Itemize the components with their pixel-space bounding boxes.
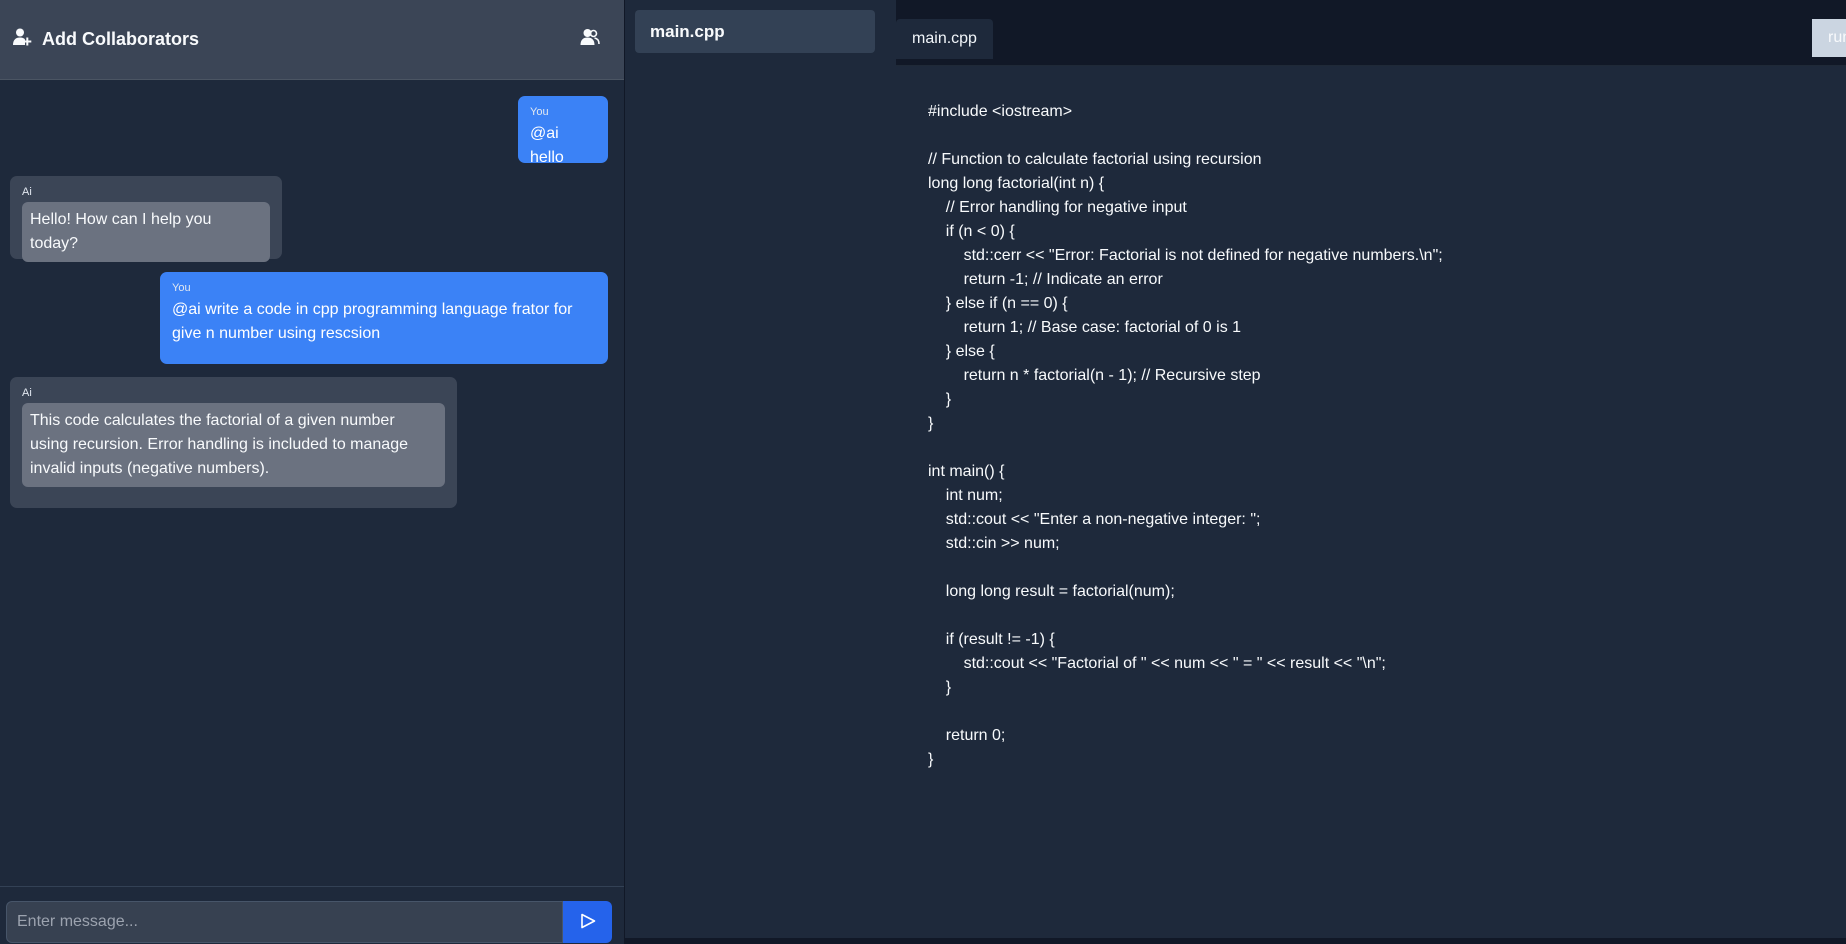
collaborators-button[interactable] — [580, 27, 600, 52]
send-button[interactable] — [563, 901, 612, 943]
message-bubble: Ai This code calculates the factorial of… — [10, 377, 457, 508]
message-sender: You — [172, 282, 191, 294]
message-text: This code calculates the factorial of a … — [22, 403, 445, 487]
message-input[interactable] — [6, 901, 563, 943]
chat-input-bar — [0, 886, 624, 944]
editor-area: main.cpp run #include <iostream> // Func… — [896, 0, 1846, 944]
user-plus-icon — [12, 27, 32, 52]
send-icon — [580, 913, 596, 932]
add-collaborators-button[interactable]: Add Collaborators — [12, 27, 199, 52]
header-title: Add Collaborators — [42, 29, 200, 49]
tab-main-cpp[interactable]: main.cpp — [896, 19, 993, 59]
message-text: @ai write a code in cpp programming lang… — [172, 301, 573, 342]
message-sender: Ai — [22, 387, 32, 399]
message-bubble: You @ai hello — [518, 96, 608, 166]
editor-tab-bar: main.cpp run — [896, 0, 1846, 66]
code-editor[interactable]: #include <iostream> // Function to calcu… — [896, 66, 1846, 938]
message-text: @ai hello — [530, 125, 564, 166]
file-explorer: main.cpp — [624, 0, 896, 944]
code-content[interactable]: #include <iostream> // Function to calcu… — [928, 100, 1814, 772]
tab-label: main.cpp — [912, 30, 977, 47]
chat-panel: Add Collaborators You @ai hello Ai Hello… — [0, 0, 624, 944]
status-strip — [624, 938, 1846, 944]
message-list: You @ai hello Ai Hello! How can I help y… — [0, 80, 624, 886]
message-text: Hello! How can I help you today? — [22, 202, 270, 262]
message-bubble: Ai Hello! How can I help you today? — [10, 176, 282, 262]
message-sender: You — [530, 106, 549, 118]
run-button[interactable]: run — [1812, 19, 1846, 57]
message-bubble: You @ai write a code in cpp programming … — [160, 272, 608, 364]
users-icon — [580, 27, 600, 52]
message-sender: Ai — [22, 186, 32, 198]
chat-header: Add Collaborators — [0, 0, 624, 80]
file-name: main.cpp — [650, 21, 725, 41]
file-item-main-cpp[interactable]: main.cpp — [635, 10, 875, 53]
